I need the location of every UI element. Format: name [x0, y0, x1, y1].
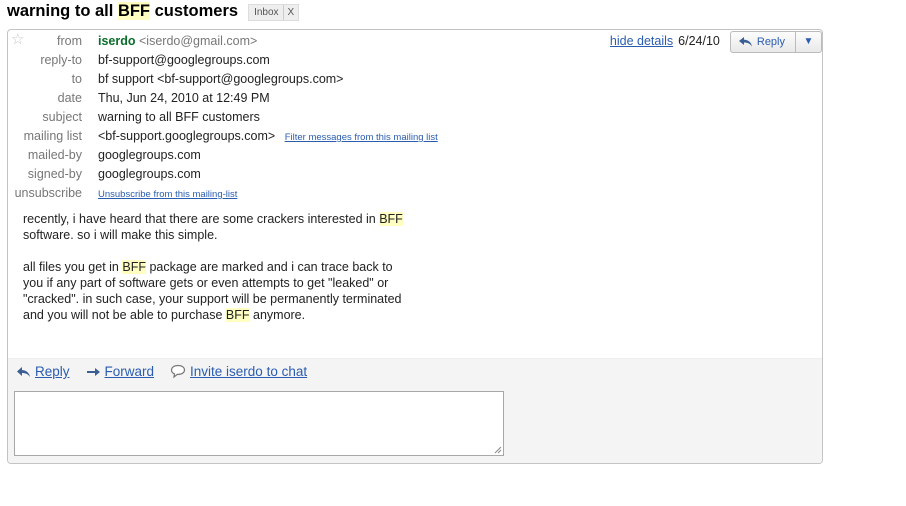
meta-row-subject: subject warning to all BFF customers: [8, 108, 822, 127]
forward-arrow-icon: [86, 367, 100, 376]
meta-row-mailing-list: mailing list <bf-support.googlegroups.co…: [8, 127, 822, 146]
meta-label: mailed-by: [27, 148, 82, 162]
meta-value: warning to all BFF customers: [98, 110, 260, 124]
sender-name[interactable]: iserdo: [98, 34, 136, 48]
meta-row-to: to bf support <bf-support@googlegroups.c…: [8, 70, 822, 89]
message-action-bar: Reply Forward Invite iserdo to chat: [8, 358, 822, 463]
message-actions: Reply Forward Invite iserdo to chat: [16, 364, 323, 379]
meta-label: unsubscribe: [14, 186, 82, 200]
meta-row-unsubscribe: unsubscribe Unsubscribe from this mailin…: [8, 184, 822, 203]
invite-chat-action[interactable]: Invite iserdo to chat: [170, 364, 307, 379]
meta-value: googlegroups.com: [98, 167, 201, 181]
label-chip: Inbox X: [248, 3, 300, 21]
meta-value: googlegroups.com: [98, 148, 201, 162]
unsubscribe-link[interactable]: Unsubscribe from this mailing-list: [98, 189, 237, 200]
meta-row-date: date Thu, Jun 24, 2010 at 12:49 PM: [8, 89, 822, 108]
sender-address: <iserdo@gmail.com>: [139, 34, 258, 48]
meta-value: Thu, Jun 24, 2010 at 12:49 PM: [98, 91, 270, 105]
meta-label: from: [57, 34, 82, 48]
highlighted-term: BFF: [122, 260, 146, 274]
meta-row-mailed-by: mailed-by googlegroups.com: [8, 146, 822, 165]
highlighted-term: BFF: [379, 212, 403, 226]
meta-label: subject: [42, 110, 82, 124]
meta-label: mailing list: [23, 129, 82, 143]
filter-messages-link[interactable]: Filter messages from this mailing list: [285, 132, 438, 143]
body-paragraph: all files you get in BFF package are mar…: [23, 260, 402, 322]
reply-action[interactable]: Reply: [16, 364, 70, 379]
highlighted-term: BFF: [225, 308, 250, 322]
meta-row-from: from iserdo <iserdo@gmail.com>: [8, 32, 822, 51]
message-card: ☆ hide details 6/24/10 Reply ▼ from iser…: [7, 29, 823, 464]
subject-bar: warning to all BFF customers Inbox X: [7, 0, 300, 22]
meta-value: bf-support@googlegroups.com: [98, 53, 270, 67]
remove-label-button[interactable]: X: [282, 4, 299, 20]
meta-value: bf support <bf-support@googlegroups.com>: [98, 72, 344, 86]
reply-arrow-icon: [17, 366, 30, 377]
meta-label: reply-to: [40, 53, 82, 67]
meta-label: to: [71, 72, 82, 86]
meta-row-reply-to: reply-to bf-support@googlegroups.com: [8, 51, 822, 70]
mailing-list-address: <bf-support.googlegroups.com>: [98, 129, 276, 143]
resize-handle-icon[interactable]: [494, 446, 502, 454]
forward-action[interactable]: Forward: [86, 364, 154, 379]
meta-row-signed-by: signed-by googlegroups.com: [8, 165, 822, 184]
meta-label: date: [57, 91, 82, 105]
label-inbox[interactable]: Inbox: [249, 5, 282, 20]
body-paragraph: recently, i have heard that there are so…: [23, 212, 403, 242]
quick-reply-textarea[interactable]: [14, 391, 504, 456]
highlighted-term: BFF: [117, 1, 151, 20]
meta-label: signed-by: [27, 167, 82, 181]
message-body: recently, i have heard that there are so…: [23, 211, 403, 339]
chat-bubble-icon: [170, 364, 186, 379]
email-subject: warning to all BFF customers: [7, 1, 239, 20]
